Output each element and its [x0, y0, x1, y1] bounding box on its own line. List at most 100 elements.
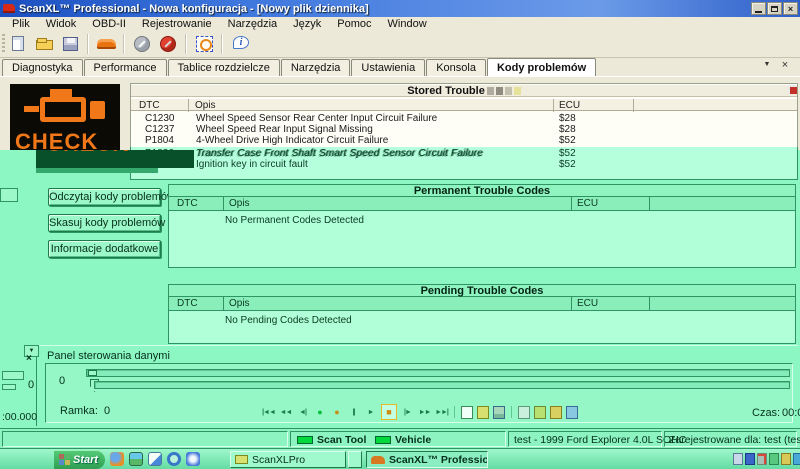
save-file-icon[interactable] [59, 33, 83, 55]
tray-battery-icon[interactable] [745, 453, 755, 465]
menu-jezyk[interactable]: Język [285, 18, 329, 30]
status-panel-registration: Zarejestrowane dla: test (test) [664, 431, 797, 447]
table-row[interactable]: C1230Wheel Speed Sensor Rear Center Inpu… [131, 113, 797, 124]
car-icon [371, 456, 385, 464]
range-slider-track[interactable] [86, 369, 790, 377]
range-slider-thumb[interactable] [88, 370, 97, 376]
image-viewer-icon[interactable] [129, 452, 143, 466]
rewind-icon[interactable]: ◄◄ [279, 406, 292, 419]
new-file-icon[interactable] [7, 33, 31, 55]
col-opis: Opis [229, 298, 250, 309]
toolbar-grip[interactable] [2, 34, 5, 54]
close-button[interactable]: × [783, 2, 798, 15]
permanent-trouble-table: Permanent Trouble Codes DTC Opis ECU No … [168, 184, 796, 268]
glitch-block [514, 87, 521, 95]
disconnect-icon[interactable] [131, 33, 155, 55]
ie-shortcut-icon[interactable] [148, 452, 162, 466]
menu-rejestrowanie[interactable]: Rejestrowanie [134, 18, 220, 30]
toolbar-separator [221, 34, 223, 54]
empty-message: No Pending Codes Detected [225, 315, 352, 326]
send-icon[interactable] [550, 406, 562, 419]
copy-icon[interactable] [518, 406, 530, 419]
read-codes-button[interactable]: Odczytaj kody problemów [48, 188, 161, 206]
pause-icon[interactable]: || [347, 406, 360, 419]
export-icon[interactable] [534, 406, 546, 419]
col-dtc: DTC [139, 100, 160, 111]
additional-info-button[interactable]: Informacje dodatkowe [48, 240, 161, 258]
fast-forward-icon[interactable]: ►► [418, 406, 431, 419]
col-dtc: DTC [177, 298, 198, 309]
start-button[interactable]: Start [54, 450, 105, 469]
col-ecu: ECU [577, 298, 598, 309]
stop-icon[interactable]: ■ [381, 404, 397, 420]
table-row[interactable]: B1352Ignition key in circuit fault$52 [131, 159, 797, 170]
taskbar-window-scanxl-active[interactable]: ScanXL™ Professional... [366, 451, 488, 468]
tab-narzedzia[interactable]: Narzędzia [281, 59, 351, 76]
menu-plik[interactable]: Plik [4, 18, 38, 30]
restore-button[interactable] [767, 2, 782, 15]
save-log-icon[interactable] [493, 406, 505, 419]
app-logo-icon [3, 4, 15, 13]
playback-controls: |◄◄ ◄◄ ◄| ● ● || ► ■ |► ►► ►►| [262, 404, 578, 420]
firefox-icon[interactable] [110, 452, 124, 466]
glitch-fragment [2, 371, 24, 380]
menu-widok[interactable]: Widok [38, 18, 85, 30]
play-icon[interactable]: ► [364, 406, 377, 419]
record-icon[interactable]: ● [313, 406, 326, 419]
tray-shield-icon[interactable] [769, 453, 779, 465]
tab-diagnostyka[interactable]: Diagnostyka [2, 59, 83, 76]
tray-volume-icon[interactable] [781, 453, 791, 465]
skip-start-icon[interactable]: |◄◄ [262, 406, 275, 419]
status-panel-connection: Scan Tool Vehicle [290, 431, 506, 447]
scan-tool-status-led [297, 436, 313, 444]
tray-volume-muted-icon[interactable] [757, 453, 767, 465]
table-row[interactable]: P18044-Wheel Drive High Indicator Circui… [131, 135, 797, 146]
media-player-icon[interactable] [186, 452, 200, 466]
minimize-button[interactable] [751, 2, 766, 15]
vehicle-icon[interactable] [95, 33, 119, 55]
dashboard-designer-icon[interactable] [193, 33, 217, 55]
clear-codes-button[interactable]: Skasuj kody problemów [48, 214, 161, 232]
menu-pomoc[interactable]: Pomoc [329, 18, 379, 30]
tab-tablice-rozdzielcze[interactable]: Tablice rozdzielcze [168, 59, 280, 76]
tab-kody-problemow[interactable]: Kody problemów [487, 58, 596, 76]
tab-strip: Diagnostyka Performance Tablice rozdziel… [0, 58, 800, 76]
glitch-fragment [36, 168, 158, 173]
mark-icon[interactable]: ● [330, 406, 343, 419]
taskbar-window-fragment[interactable] [348, 451, 362, 468]
info-icon[interactable]: i [229, 33, 253, 55]
menu-narzedzia[interactable]: Narzędzia [220, 18, 286, 30]
tab-menu-icon[interactable]: ▼ [760, 61, 774, 68]
menu-window[interactable]: Window [380, 18, 435, 30]
step-forward-icon[interactable]: |► [401, 406, 414, 419]
view-grid-icon[interactable] [566, 406, 578, 419]
panel-title: Panel sterowania danymi [47, 350, 170, 362]
glitch-block [496, 87, 503, 95]
title-bar: ScanXL™ Professional - Nowa konfiguracja… [0, 0, 800, 17]
new-log-icon[interactable] [461, 406, 473, 419]
tab-performance[interactable]: Performance [84, 59, 167, 76]
menu-obd2[interactable]: OBD-II [84, 18, 134, 30]
glitch-close-icon[interactable]: × [26, 353, 32, 364]
tab-konsola[interactable]: Konsola [426, 59, 486, 76]
table-row[interactable]: C1237Wheel Speed Rear Input Signal Missi… [131, 124, 797, 135]
table-row-glitched[interactable]: P1836 P1836Transfer Case Front Shaft Sma… [131, 148, 797, 159]
pending-trouble-table: Pending Trouble Codes DTC Opis ECU No Pe… [168, 284, 796, 344]
skip-end-icon[interactable]: ►►| [435, 406, 448, 419]
pending-table-header: DTC Opis ECU [169, 297, 795, 311]
connect-icon[interactable] [157, 33, 181, 55]
stored-trouble-table: Stored Trouble DTC Opis ECU C1230Wheel S… [130, 83, 798, 180]
step-back-icon[interactable]: ◄| [296, 406, 309, 419]
glitch-zero: 0 [28, 379, 34, 391]
taskbar-window-scanxlpro[interactable]: ScanXLPro [230, 451, 346, 468]
internet-explorer-icon[interactable] [167, 452, 181, 466]
tab-close-icon[interactable]: × [778, 59, 792, 71]
position-slider-track[interactable] [94, 381, 790, 389]
open-log-icon[interactable] [477, 406, 489, 419]
open-file-icon[interactable] [33, 33, 57, 55]
tray-network-icon[interactable] [793, 453, 800, 465]
taskbar: Start » ScanXLPro ScanXL™ Professional..… [0, 448, 800, 469]
tray-phone-icon[interactable] [733, 453, 743, 465]
col-ecu: ECU [577, 198, 598, 209]
tab-ustawienia[interactable]: Ustawienia [351, 59, 425, 76]
